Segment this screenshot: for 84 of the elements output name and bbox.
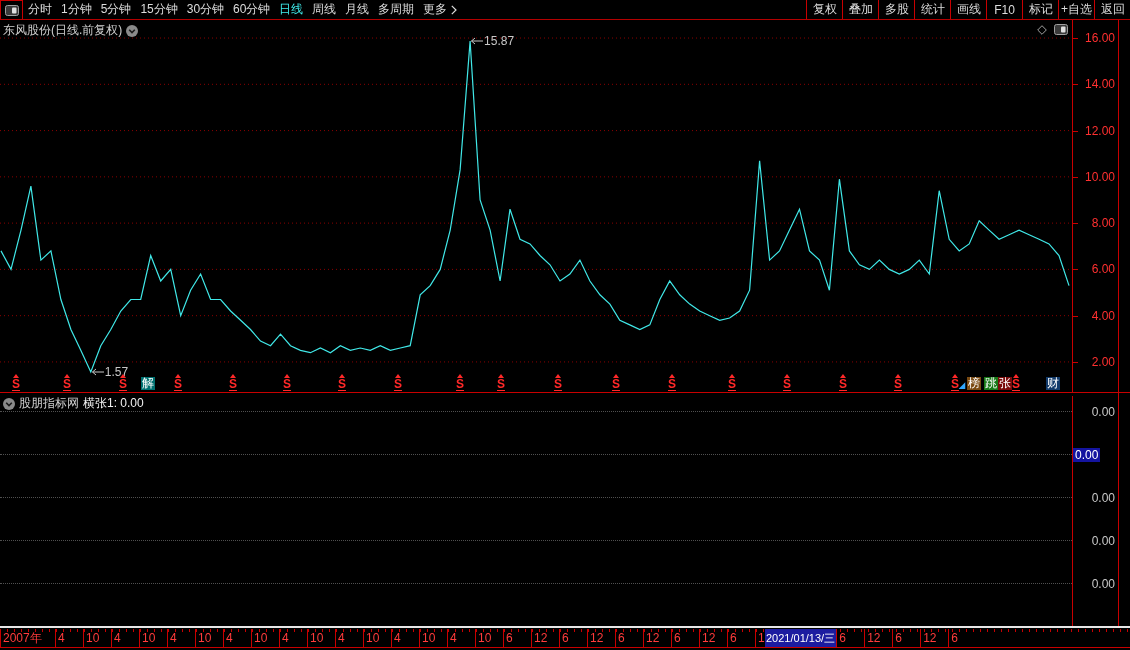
toolbar-button[interactable]: 画线: [950, 0, 986, 19]
diamond-icon[interactable]: [1037, 24, 1047, 35]
toolbar-button[interactable]: 复权: [806, 0, 842, 19]
event-badge: 张: [998, 377, 1012, 390]
period-tab[interactable]: 60分钟: [233, 1, 271, 18]
toolbar-button[interactable]: F10: [986, 0, 1022, 19]
date-axis-label: 6: [730, 631, 737, 645]
price-axis-label: 14.00: [1084, 77, 1115, 92]
more-button[interactable]: 更多: [423, 1, 458, 18]
date-axis-label: 10: [366, 631, 380, 645]
chevron-down-icon[interactable]: [3, 397, 15, 410]
date-axis-label: 12: [590, 631, 604, 645]
date-axis-label: 6: [951, 631, 958, 645]
toolbar-button[interactable]: 返回: [1094, 0, 1130, 19]
date-axis-label: 12: [702, 631, 716, 645]
indicator-axis-label: 0.00: [1091, 576, 1115, 591]
price-axis-label: 8.00: [1091, 216, 1115, 231]
date-axis-label: 1: [758, 631, 765, 645]
period-tab[interactable]: 30分钟: [186, 1, 225, 18]
price-axis-label: 2.00: [1091, 354, 1115, 369]
date-axis-label: 12: [923, 631, 937, 645]
toolbar-button[interactable]: 多股: [878, 0, 914, 19]
panel-toggle-icon[interactable]: [1054, 24, 1068, 35]
event-badge: 解: [141, 377, 155, 390]
price-extreme-label: 15.87: [484, 35, 515, 48]
period-tab[interactable]: 15分钟: [140, 1, 178, 18]
date-cursor-label: 2021/01/13/三: [765, 629, 837, 647]
period-tab[interactable]: 5分钟: [100, 1, 132, 18]
date-axis-label: 10: [198, 631, 212, 645]
date-axis-label: 6: [618, 631, 625, 645]
date-axis-label: 10: [142, 631, 156, 645]
event-badge: 榜: [967, 377, 981, 390]
date-axis-label: 4: [338, 631, 345, 645]
price-axis-label: 10.00: [1084, 169, 1115, 184]
period-tab[interactable]: 1分钟: [61, 1, 92, 18]
arrow-left-icon: [471, 37, 484, 46]
date-axis-label: 4: [450, 631, 457, 645]
indicator-axis-label: 0.00: [1091, 404, 1115, 419]
arrow-left-icon: [91, 367, 104, 376]
date-axis-label: 4: [58, 631, 65, 645]
date-axis-label: 10: [422, 631, 436, 645]
indicator-source: 股朋指标网: [19, 395, 79, 412]
date-axis-label: 2007年: [3, 631, 42, 645]
price-axis-label: 12.00: [1084, 123, 1115, 138]
current-value-label: 0.00: [1073, 447, 1101, 462]
date-axis-label: 6: [839, 631, 846, 645]
price-axis-label: 16.00: [1084, 31, 1115, 46]
price-axis-label: 6.00: [1091, 262, 1115, 277]
chevron-down-icon[interactable]: [126, 24, 139, 37]
date-axis-label: 6: [562, 631, 569, 645]
period-tab[interactable]: 日线: [279, 1, 304, 18]
price-axis-label: 4.00: [1091, 308, 1115, 323]
date-axis-label: 4: [282, 631, 289, 645]
date-axis-label: 4: [394, 631, 401, 645]
date-axis-label: 6: [506, 631, 513, 645]
event-badge: 跳: [984, 377, 998, 390]
panel-toggle-icon[interactable]: [4, 4, 19, 16]
toolbar-button[interactable]: +自选: [1058, 0, 1094, 19]
toolbar-button[interactable]: 叠加: [842, 0, 878, 19]
date-axis-label: 6: [895, 631, 902, 645]
event-badge: 财: [1046, 377, 1060, 390]
date-axis-label: 4: [114, 631, 121, 645]
date-axis-label: 12: [867, 631, 881, 645]
date-axis-label: 6: [674, 631, 681, 645]
date-axis-label: 10: [86, 631, 100, 645]
date-axis-label: 12: [646, 631, 660, 645]
indicator-axis-label: 0.00: [1091, 490, 1115, 505]
period-tab[interactable]: 月线: [345, 1, 370, 18]
indicator-readout: 横张1: 0.00: [83, 395, 144, 412]
date-axis-label: 10: [254, 631, 268, 645]
indicator-axis-label: 0.00: [1091, 533, 1115, 548]
date-axis-label: 12: [534, 631, 548, 645]
triangle-icon: [958, 382, 966, 389]
date-axis-label: 4: [226, 631, 233, 645]
period-tab[interactable]: 分时: [28, 1, 52, 18]
date-axis-label: 4: [170, 631, 177, 645]
date-axis-label: 10: [310, 631, 324, 645]
chevron-right-icon: [451, 4, 458, 15]
period-tab[interactable]: 周线: [312, 1, 337, 18]
period-tab[interactable]: 多周期: [378, 1, 415, 18]
toolbar-button[interactable]: 标记: [1022, 0, 1058, 19]
toolbar-button[interactable]: 统计: [914, 0, 950, 19]
chart-title: 东风股份(日线.前复权): [3, 22, 123, 39]
date-axis-label: 10: [478, 631, 492, 645]
